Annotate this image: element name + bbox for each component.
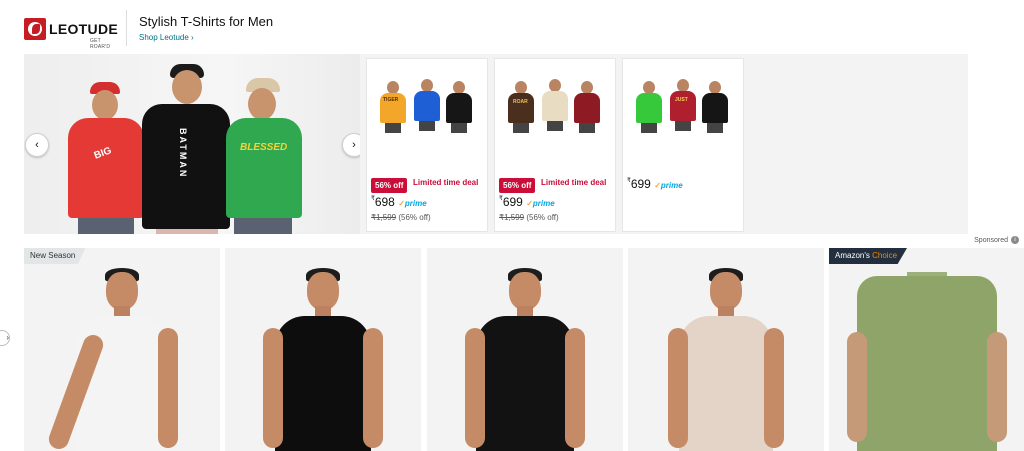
logo-text: LEOTUDE: [49, 21, 118, 37]
product-card[interactable]: TIGER 56% off Limited time deal ₹698 ✓pr…: [366, 58, 488, 232]
carousel-prev-button[interactable]: ‹: [25, 133, 49, 157]
model-beige-tee: [666, 268, 786, 451]
shirt-print-text: ROAR: [513, 99, 528, 105]
prime-logo: prime: [532, 199, 555, 208]
grid-product-card[interactable]: [628, 248, 824, 451]
model-green-polo: [847, 272, 1007, 451]
shirt-print-text: BIG: [92, 145, 114, 162]
beige-tshirt: [679, 316, 773, 451]
grid-product-card[interactable]: Amazon's Choice: [829, 248, 1024, 451]
list-price: ₹1,599 (56% off): [371, 213, 431, 222]
badge-prefix: Amazon's: [835, 251, 873, 260]
prime-logo: prime: [404, 199, 427, 208]
brand-logo[interactable]: LEOTUDE GET ROAR'D: [24, 16, 120, 50]
grid-product-card[interactable]: New Season: [24, 248, 220, 451]
sponsored-text: Sponsored: [974, 236, 1008, 244]
model-arm: [158, 328, 178, 448]
brand-title: Stylish T-Shirts for Men: [139, 14, 274, 29]
model-black-tee: BATMAN: [142, 64, 232, 234]
model-arm: [263, 328, 283, 448]
prime-check-icon: ✓: [526, 199, 533, 208]
price-value: 699: [502, 195, 523, 209]
shop-brand-link[interactable]: Shop Leotude ›: [139, 33, 194, 42]
logo-tagline: GET ROAR'D: [90, 38, 111, 50]
info-icon[interactable]: i: [1011, 236, 1019, 244]
mrp-value: ₹1,599: [371, 213, 397, 222]
model-head: [106, 272, 138, 310]
model-head: [248, 88, 276, 120]
green-tshirt: BLESSED: [226, 118, 302, 218]
model-head: [92, 90, 118, 120]
chevron-left-icon: ‹: [35, 139, 39, 151]
prime-check-icon: ✓: [398, 199, 405, 208]
product-card[interactable]: ROAR 56% off Limited time deal ₹699 ✓pri…: [494, 58, 616, 232]
header-divider: [126, 10, 127, 46]
carousel-next-button[interactable]: ›: [342, 133, 360, 157]
product-image[interactable]: JUST: [623, 59, 743, 171]
red-tshirt: BIG: [68, 118, 144, 218]
list-price: ₹1,599 (56% off): [499, 213, 559, 222]
model-arm: [465, 328, 485, 448]
model-arm: [847, 332, 867, 442]
lion-logo-icon: [24, 18, 46, 40]
amazons-choice-badge: Amazon's Choice: [829, 248, 908, 264]
sponsored-label[interactable]: Sponsored i: [974, 236, 1019, 244]
product-price: ₹699 ✓prime: [627, 177, 683, 191]
model-arm: [764, 328, 784, 448]
model-head: [710, 272, 742, 310]
shirt-print-text: TIGER: [383, 97, 399, 103]
model-head: [509, 272, 541, 310]
price-value: 699: [630, 177, 651, 191]
model-head: [307, 272, 339, 310]
black-tshirt: BATMAN: [142, 104, 230, 229]
product-price: ₹699 ✓prime: [499, 195, 555, 209]
deal-badge: 56% off: [371, 178, 408, 193]
chevron-right-icon: ›: [352, 139, 356, 151]
model-black-polo: [465, 268, 585, 451]
model-legs: [78, 218, 134, 234]
price-value: 698: [374, 195, 395, 209]
deal-label: Limited time deal: [541, 178, 607, 187]
discount-percent: (56% off): [398, 213, 431, 222]
model-arm: [565, 328, 585, 448]
model-legs: [156, 229, 218, 234]
shirt-print-text: BATMAN: [178, 128, 188, 179]
grid-product-card[interactable]: [225, 248, 421, 451]
product-price: ₹698 ✓prime: [371, 195, 427, 209]
product-image[interactable]: ROAR: [495, 59, 615, 171]
product-card[interactable]: JUST ₹699 ✓prime: [622, 58, 744, 232]
model-red-tee: BIG: [68, 80, 148, 234]
model-white-tee: [46, 268, 182, 451]
mrp-value: ₹1,599: [499, 213, 525, 222]
discount-percent: (56% off): [526, 213, 559, 222]
product-image[interactable]: TIGER: [367, 59, 487, 171]
prime-logo: prime: [660, 181, 683, 190]
grid-product-card[interactable]: [427, 248, 623, 451]
black-polo: [476, 316, 574, 451]
shirt-print-text: BLESSED: [240, 142, 288, 153]
new-season-badge: New Season: [24, 248, 86, 264]
model-arm: [668, 328, 688, 448]
model-arm: [987, 332, 1007, 442]
model-green-tee: BLESSED: [224, 78, 304, 234]
black-tshirt: [275, 316, 371, 451]
green-polo: [857, 276, 997, 451]
badge-highlight: Choice: [872, 251, 898, 260]
model-arm: [363, 328, 383, 448]
model-legs: [234, 218, 292, 234]
hero-banner[interactable]: BIG BATMAN BLESSED ‹ ›: [24, 54, 360, 234]
scroll-left-icon[interactable]: ›: [0, 330, 10, 346]
model-black-tee: [263, 268, 383, 451]
deal-label: Limited time deal: [413, 178, 479, 187]
deal-badge: 56% off: [499, 178, 536, 193]
model-head: [172, 70, 202, 104]
prime-check-icon: ✓: [654, 181, 661, 190]
shirt-print-text: JUST: [675, 97, 688, 103]
